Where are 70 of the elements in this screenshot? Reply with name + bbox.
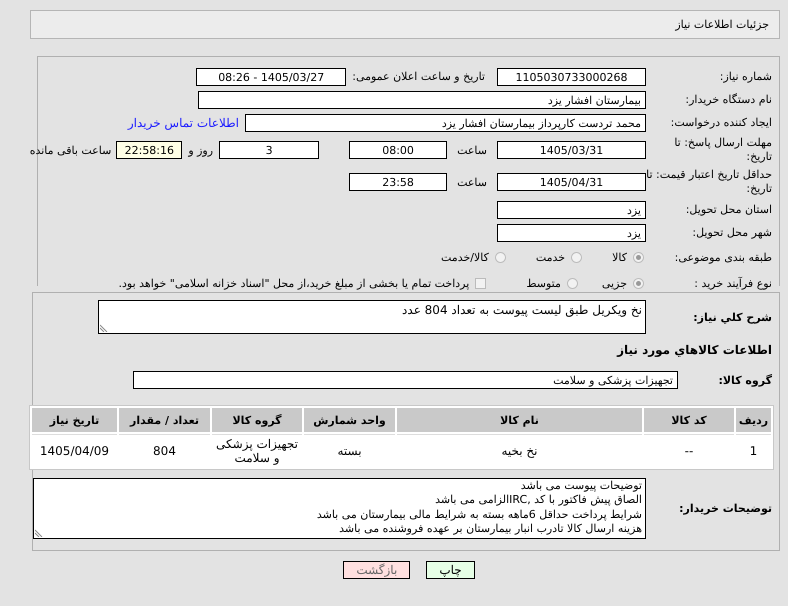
page-title: جزئیات اطلاعات نیاز: [675, 18, 769, 31]
text-field[interactable]: 1405/03/27 - 08:26: [196, 68, 346, 86]
text-field[interactable]: 08:00: [349, 141, 448, 159]
notes-box[interactable]: توضیحات پیوست می باشد الصاق پیش فاکتور با کد ,IRCالزامی می باشد شرایط پرداخت حداقل 6ماهه بسته به شرایط مالی بیمارستان می باشد هزینه ارسال کالا تادرب انبار بیمارستان بر عهده فروشنده می باشد: [33, 478, 646, 538]
field-label: توضیحات خریدار:: [678, 502, 773, 514]
radio-button[interactable]: [633, 252, 644, 262]
text-field[interactable]: بیمارستان افشار یزد: [198, 90, 646, 108]
option-label: کالا/خدمت: [441, 250, 489, 264]
field-label: شماره نیاز:: [718, 70, 773, 83]
field-label: ساعت: [457, 176, 487, 188]
column-header: تعداد / مقدار: [119, 408, 210, 432]
notes-line: توضیحات پیوست می باشد: [520, 478, 642, 493]
notes-line: هزینه ارسال کالا تادرب انبار بیمارستان بر عهده فروشنده می باشد: [339, 522, 642, 536]
text-field[interactable]: 1105030733000268: [497, 68, 646, 86]
print-button[interactable]: چاپ: [426, 561, 475, 579]
field-label: گروه کالا:: [717, 374, 773, 386]
table-cell: --: [644, 434, 734, 467]
column-header: کد کالا: [644, 408, 734, 432]
notes-line: الصاق پیش فاکتور با کد ,IRCالزامی می باشد: [435, 493, 642, 508]
column-header: واحد شمارش: [304, 408, 395, 432]
option-label: متوسط: [526, 276, 561, 290]
field-label: مهلت ارسال پاسخ: تا تاریخ:: [673, 136, 773, 164]
column-header: نام کالا: [397, 408, 642, 432]
radio-button[interactable]: [633, 278, 644, 288]
field-label: استان محل تحویل:: [684, 203, 773, 216]
field-label: شرح کلي نياز:: [692, 310, 773, 324]
radio-button[interactable]: [571, 252, 582, 262]
countdown-field[interactable]: 22:58:16: [116, 141, 182, 159]
radio-button[interactable]: [566, 278, 578, 288]
resize-grip-icon[interactable]: [100, 324, 108, 332]
field-label: نام دستگاه خریدار:: [684, 93, 773, 106]
resize-grip-icon[interactable]: [35, 528, 43, 536]
table-cell: بسته: [304, 434, 395, 467]
text-field[interactable]: 23:58: [349, 173, 448, 191]
table-cell: نخ بخیه: [397, 434, 642, 467]
field-label: طبقه بندی موضوعی:: [674, 250, 773, 264]
field-label: ساعت: [457, 144, 487, 156]
text-field[interactable]: یزد: [497, 224, 646, 242]
field-label: نوع فرآیند خرید :: [693, 276, 773, 290]
option-label: خدمت: [536, 250, 566, 264]
description-box[interactable]: نخ ویکریل طبق لیست پیوست به تعداد 804 عدد: [98, 300, 646, 334]
field-label: ایجاد کننده درخواست:: [670, 116, 773, 129]
section-heading: اطلاعات کالاهاي مورد نياز: [617, 343, 772, 357]
column-header: گروه کالا: [212, 408, 302, 432]
back-button[interactable]: بازگشت: [343, 561, 410, 579]
description-text: نخ ویکریل طبق لیست پیوست به تعداد 804 عدد: [402, 303, 642, 317]
table-cell: 804: [119, 434, 210, 467]
text-field[interactable]: تجهیزات پزشکی و سلامت: [133, 371, 678, 389]
field-label: ساعت باقی مانده: [30, 144, 112, 156]
text-field[interactable]: 3: [219, 141, 320, 159]
column-header: تاریخ نیاز: [32, 408, 117, 432]
option-label: کالا: [612, 250, 627, 264]
text-field[interactable]: یزد: [497, 200, 646, 218]
text-field[interactable]: 1405/04/31: [497, 173, 646, 191]
checkbox-label: پرداخت تمام یا بخشی از مبلغ خرید،از محل "اسناد خزانه اسلامی" خواهد بود.: [118, 276, 470, 290]
table-cell: تجهیزات پزشکی و سلامت: [212, 434, 302, 467]
field-label: شهر محل تحویل:: [691, 226, 773, 239]
option-label: جزیی: [602, 276, 627, 290]
field-label: روز و: [188, 144, 214, 156]
text-field[interactable]: محمد تردست کارپرداز بیمارستان افشار یزد: [245, 114, 646, 132]
field-label: تاریخ و ساعت اعلان عمومی:: [352, 70, 485, 83]
field-label: حداقل تاریخ اعتبار قیمت: تا تاریخ:: [646, 168, 773, 196]
radio-button[interactable]: [494, 252, 506, 262]
checkbox[interactable]: [475, 278, 486, 288]
notes-line: شرایط پرداخت حداقل 6ماهه بسته به شرایط مالی بیمارستان می باشد: [316, 508, 642, 522]
table-cell: 1405/04/09: [32, 434, 117, 467]
column-header: ردیف: [736, 408, 771, 432]
table-cell: 1: [736, 434, 771, 467]
text-field[interactable]: 1405/03/31: [497, 141, 646, 159]
contact-link[interactable]: اطلاعات تماس خریدار: [128, 116, 239, 130]
